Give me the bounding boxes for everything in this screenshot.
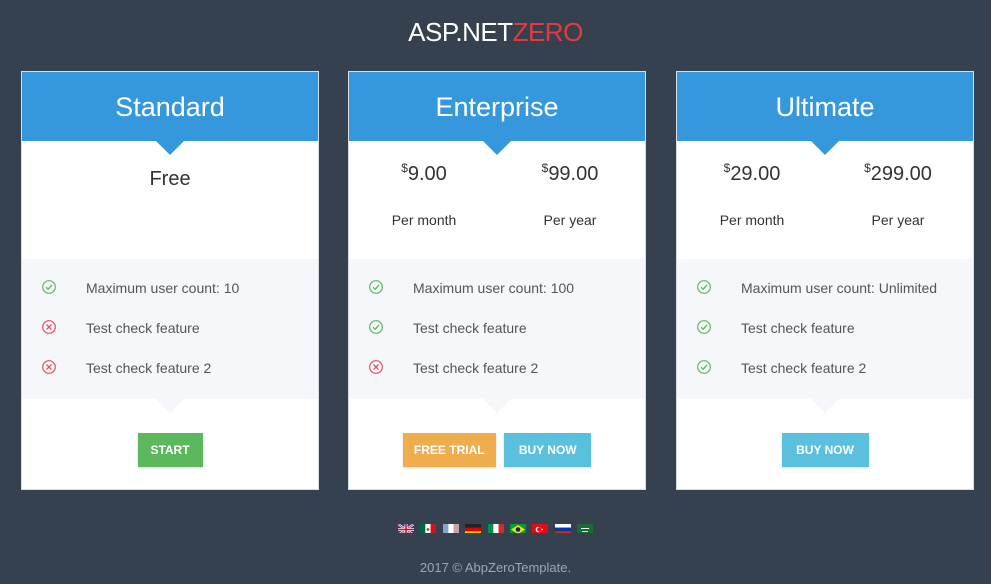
plan-header: Enterprise (349, 72, 645, 155)
plan-card-enterprise: Enterprise $9.00 Per month $99.00 Per ye… (348, 71, 646, 490)
price-amount: 299.00 (870, 163, 932, 185)
feature-list: Maximum user count: 10 Test check featur… (22, 259, 318, 413)
check-icon (696, 319, 712, 335)
price-amount: 99.00 (548, 163, 599, 185)
plan-header: Standard (22, 72, 318, 155)
check-icon (368, 319, 384, 335)
feature-item: Test check feature 2 (22, 357, 318, 397)
feature-item: Test check feature 2 (677, 357, 973, 397)
currency-symbol: $ (864, 161, 871, 175)
cross-icon (41, 319, 57, 335)
plan-actions: FREE TRIAL BUY NOW (349, 399, 645, 490)
feature-list: Maximum user count: 100 Test check featu… (349, 259, 645, 413)
footer-copyright: 2017 © AbpZeroTemplate. (419, 560, 572, 575)
price-period: Per year (543, 212, 597, 228)
feature-text: Maximum user count: Unlimited (741, 280, 938, 296)
feature-text: Test check feature (86, 320, 200, 336)
feature-item: Test check feature (677, 317, 973, 357)
buy-now-button[interactable]: BUY NOW (504, 433, 592, 467)
turkish-flag-icon[interactable] (532, 522, 549, 533)
feature-text: Test check feature (413, 320, 527, 336)
logo: ASP.NETZERO (0, 14, 991, 50)
feature-text: Test check feature 2 (413, 360, 539, 376)
monthly-price: $9.00 Per month (349, 161, 499, 228)
check-icon (696, 359, 712, 375)
plan-card-standard: Standard Free Maximum user count: 10 Tes… (21, 71, 319, 490)
feature-text: Maximum user count: 10 (86, 280, 240, 296)
price-amount: 29.00 (730, 163, 781, 185)
cross-icon (41, 359, 57, 375)
plan-name: Standard (115, 92, 225, 122)
english-flag-icon[interactable] (397, 522, 414, 533)
cross-icon (368, 359, 384, 375)
german-flag-icon[interactable] (465, 522, 482, 533)
feature-text: Test check feature 2 (741, 360, 867, 376)
feature-item: Test check feature (349, 317, 645, 357)
check-icon (696, 279, 712, 295)
feature-item: Maximum user count: Unlimited (677, 277, 973, 317)
monthly-price: $29.00 Per month (677, 161, 827, 228)
russian-flag-icon[interactable] (554, 522, 571, 533)
yearly-price: $99.00 Per year (495, 161, 645, 228)
logo-text-main: ASP.NET (408, 17, 513, 47)
feature-item: Maximum user count: 10 (22, 277, 318, 317)
free-trial-button[interactable]: FREE TRIAL (402, 433, 496, 467)
price-amount: 9.00 (407, 163, 447, 185)
check-icon (368, 279, 384, 295)
buy-now-button[interactable]: BUY NOW (781, 433, 869, 467)
feature-text: Test check feature 2 (86, 360, 212, 376)
plan-card-ultimate: Ultimate $29.00 Per month $299.00 Per ye… (676, 71, 974, 490)
french-flag-icon[interactable] (442, 522, 459, 533)
plan-actions: START (22, 399, 318, 490)
plan-header: Ultimate (677, 72, 973, 155)
feature-item: Maximum user count: 100 (349, 277, 645, 317)
spanish-mexico-flag-icon[interactable] (420, 522, 437, 533)
currency-symbol: $ (723, 161, 731, 175)
feature-item: Test check feature 2 (349, 357, 645, 397)
logo-text-accent: ZERO (512, 17, 584, 47)
start-button[interactable]: START (137, 433, 203, 467)
price-area: $9.00 Per month $99.00 Per year (349, 141, 645, 259)
price-area: Free (22, 141, 318, 259)
plan-name: Ultimate (775, 92, 875, 122)
feature-text: Test check feature (741, 320, 855, 336)
currency-symbol: $ (401, 161, 408, 175)
yearly-price: $299.00 Per year (823, 161, 973, 228)
plan-actions: BUY NOW (677, 399, 973, 490)
portuguese-brazil-flag-icon[interactable] (509, 522, 526, 533)
feature-item: Test check feature (22, 317, 318, 357)
arabic-flag-icon[interactable] (577, 522, 594, 533)
price-free: Free (149, 168, 191, 190)
price-period: Per month (391, 212, 457, 228)
feature-list: Maximum user count: Unlimited Test check… (677, 259, 973, 413)
language-selector (0, 522, 991, 534)
price-period: Per month (719, 212, 785, 228)
plan-name: Enterprise (435, 92, 559, 122)
feature-text: Maximum user count: 100 (413, 280, 575, 296)
price-area: $29.00 Per month $299.00 Per year (677, 141, 973, 259)
price-period: Per year (871, 212, 925, 228)
italian-flag-icon[interactable] (487, 522, 504, 533)
check-icon (41, 279, 57, 295)
currency-symbol: $ (541, 161, 549, 175)
